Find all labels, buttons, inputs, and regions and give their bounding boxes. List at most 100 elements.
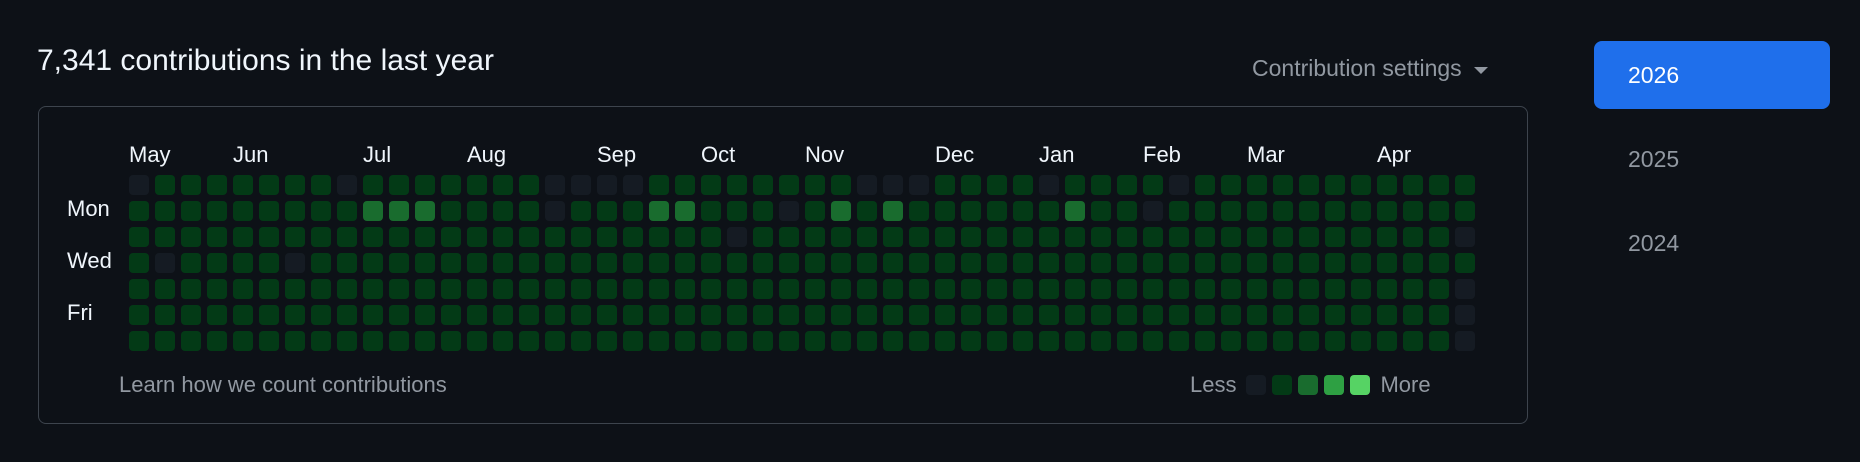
contribution-day-cell[interactable] <box>1247 331 1267 351</box>
contribution-day-cell[interactable] <box>649 227 669 247</box>
contribution-day-cell[interactable] <box>493 331 513 351</box>
contribution-day-cell[interactable] <box>935 305 955 325</box>
contribution-day-cell[interactable] <box>1247 201 1267 221</box>
contribution-day-cell[interactable] <box>831 227 851 247</box>
contribution-day-cell[interactable] <box>207 175 227 195</box>
contribution-day-cell[interactable] <box>779 227 799 247</box>
contribution-day-cell[interactable] <box>935 253 955 273</box>
contribution-day-cell[interactable] <box>701 305 721 325</box>
contribution-day-cell[interactable] <box>597 279 617 299</box>
contribution-day-cell[interactable] <box>1169 331 1189 351</box>
contribution-day-cell[interactable] <box>337 227 357 247</box>
contribution-day-cell[interactable] <box>1117 175 1137 195</box>
contribution-day-cell[interactable] <box>649 253 669 273</box>
contribution-day-cell[interactable] <box>1039 175 1059 195</box>
contribution-day-cell[interactable] <box>961 279 981 299</box>
contribution-day-cell[interactable] <box>909 279 929 299</box>
contribution-day-cell[interactable] <box>1013 175 1033 195</box>
contribution-day-cell[interactable] <box>285 305 305 325</box>
contribution-day-cell[interactable] <box>1403 201 1423 221</box>
contribution-day-cell[interactable] <box>441 279 461 299</box>
contribution-day-cell[interactable] <box>129 305 149 325</box>
contribution-day-cell[interactable] <box>259 279 279 299</box>
contribution-day-cell[interactable] <box>1221 201 1241 221</box>
contribution-day-cell[interactable] <box>285 279 305 299</box>
contribution-day-cell[interactable] <box>233 279 253 299</box>
contribution-day-cell[interactable] <box>1117 331 1137 351</box>
contribution-day-cell[interactable] <box>337 201 357 221</box>
contribution-day-cell[interactable] <box>1403 253 1423 273</box>
contribution-day-cell[interactable] <box>1325 253 1345 273</box>
contribution-day-cell[interactable] <box>467 305 487 325</box>
contribution-day-cell[interactable] <box>1143 227 1163 247</box>
contribution-day-cell[interactable] <box>1455 331 1475 351</box>
contribution-day-cell[interactable] <box>285 227 305 247</box>
contribution-day-cell[interactable] <box>1299 279 1319 299</box>
contribution-day-cell[interactable] <box>1091 331 1111 351</box>
contribution-day-cell[interactable] <box>1065 227 1085 247</box>
contribution-day-cell[interactable] <box>883 175 903 195</box>
contribution-day-cell[interactable] <box>1091 253 1111 273</box>
contribution-day-cell[interactable] <box>805 227 825 247</box>
contribution-day-cell[interactable] <box>441 331 461 351</box>
contribution-day-cell[interactable] <box>857 227 877 247</box>
contribution-day-cell[interactable] <box>1299 253 1319 273</box>
contribution-day-cell[interactable] <box>779 331 799 351</box>
contribution-day-cell[interactable] <box>909 331 929 351</box>
contribution-day-cell[interactable] <box>1091 305 1111 325</box>
contribution-day-cell[interactable] <box>623 227 643 247</box>
contribution-day-cell[interactable] <box>623 331 643 351</box>
contribution-day-cell[interactable] <box>1169 201 1189 221</box>
contribution-day-cell[interactable] <box>805 253 825 273</box>
contribution-day-cell[interactable] <box>129 331 149 351</box>
contribution-day-cell[interactable] <box>571 201 591 221</box>
contribution-day-cell[interactable] <box>1429 279 1449 299</box>
contribution-day-cell[interactable] <box>363 279 383 299</box>
contribution-day-cell[interactable] <box>571 175 591 195</box>
contribution-day-cell[interactable] <box>389 201 409 221</box>
contribution-day-cell[interactable] <box>337 175 357 195</box>
contribution-day-cell[interactable] <box>311 279 331 299</box>
contribution-day-cell[interactable] <box>831 201 851 221</box>
contribution-day-cell[interactable] <box>831 253 851 273</box>
contribution-day-cell[interactable] <box>1221 331 1241 351</box>
contribution-day-cell[interactable] <box>1429 175 1449 195</box>
contribution-day-cell[interactable] <box>1091 175 1111 195</box>
contribution-day-cell[interactable] <box>181 175 201 195</box>
contribution-day-cell[interactable] <box>1195 279 1215 299</box>
contribution-day-cell[interactable] <box>831 279 851 299</box>
contribution-day-cell[interactable] <box>1039 331 1059 351</box>
contribution-day-cell[interactable] <box>155 227 175 247</box>
contribution-day-cell[interactable] <box>1247 253 1267 273</box>
contribution-day-cell[interactable] <box>987 201 1007 221</box>
contribution-day-cell[interactable] <box>649 305 669 325</box>
contribution-day-cell[interactable] <box>129 279 149 299</box>
contribution-day-cell[interactable] <box>857 279 877 299</box>
contribution-day-cell[interactable] <box>831 331 851 351</box>
contribution-day-cell[interactable] <box>961 201 981 221</box>
contribution-day-cell[interactable] <box>909 305 929 325</box>
contribution-day-cell[interactable] <box>727 175 747 195</box>
year-button-2026[interactable]: 2026 <box>1594 41 1830 109</box>
contribution-day-cell[interactable] <box>129 175 149 195</box>
contribution-day-cell[interactable] <box>727 201 747 221</box>
contribution-day-cell[interactable] <box>935 175 955 195</box>
contribution-day-cell[interactable] <box>1247 279 1267 299</box>
contribution-day-cell[interactable] <box>441 201 461 221</box>
contribution-day-cell[interactable] <box>1429 201 1449 221</box>
contribution-day-cell[interactable] <box>311 305 331 325</box>
contribution-day-cell[interactable] <box>233 175 253 195</box>
contribution-day-cell[interactable] <box>1221 175 1241 195</box>
contribution-day-cell[interactable] <box>1351 279 1371 299</box>
contribution-day-cell[interactable] <box>1143 175 1163 195</box>
contribution-day-cell[interactable] <box>727 227 747 247</box>
contribution-day-cell[interactable] <box>337 331 357 351</box>
contribution-day-cell[interactable] <box>1429 331 1449 351</box>
contribution-day-cell[interactable] <box>1117 305 1137 325</box>
contribution-day-cell[interactable] <box>571 305 591 325</box>
contribution-day-cell[interactable] <box>1169 175 1189 195</box>
contribution-day-cell[interactable] <box>1273 253 1293 273</box>
contribution-day-cell[interactable] <box>649 331 669 351</box>
contribution-day-cell[interactable] <box>1455 227 1475 247</box>
contribution-day-cell[interactable] <box>1377 279 1397 299</box>
